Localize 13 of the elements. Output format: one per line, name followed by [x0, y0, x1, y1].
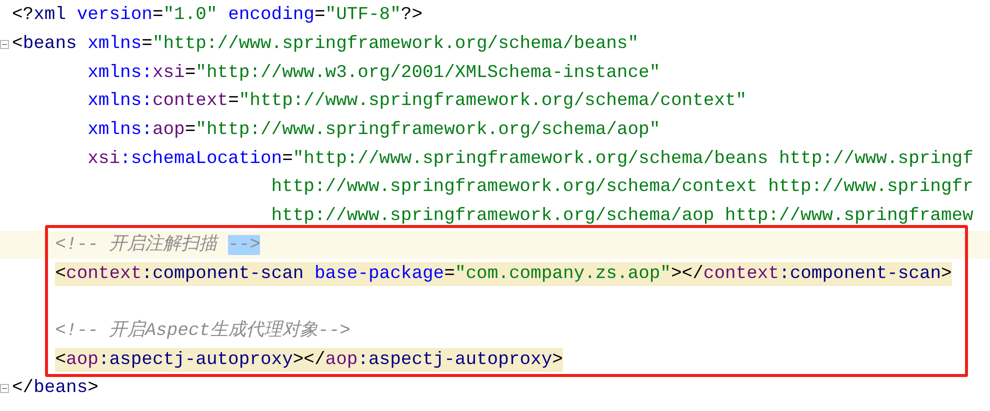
code-line: <!-- 开启注解扫描 --> — [54, 232, 260, 257]
code-line: <beans xmlns="http://www.springframework.org/schema/beans" — [12, 33, 639, 56]
code-line: http://www.springframework.org/schema/context http://www.springfr — [270, 176, 974, 200]
code-line: </beans> — [12, 377, 98, 400]
code-line: xmlns:aop="http://www.springframework.org/schema/aop" — [86, 119, 660, 142]
code-line: http://www.springframework.org/schema/aop http://www.springframew — [270, 205, 974, 228]
code-line: <!-- 开启Aspect生成代理对象--> — [54, 318, 350, 343]
fold-icon[interactable] — [0, 40, 9, 49]
code-line: xmlns:context="http://www.springframework.org/schema/context" — [86, 90, 747, 114]
code-line: xmlns:xsi="http://www.w3.org/2001/XMLSchema-instance" — [86, 62, 660, 85]
fold-icon[interactable] — [0, 384, 9, 393]
code-line: xsi:schemaLocation="http://www.springframework.org/schema/beans http://www.springf — [86, 148, 974, 171]
code-line: <?xml version="1.0" encoding="UTF-8"?> — [12, 4, 423, 28]
